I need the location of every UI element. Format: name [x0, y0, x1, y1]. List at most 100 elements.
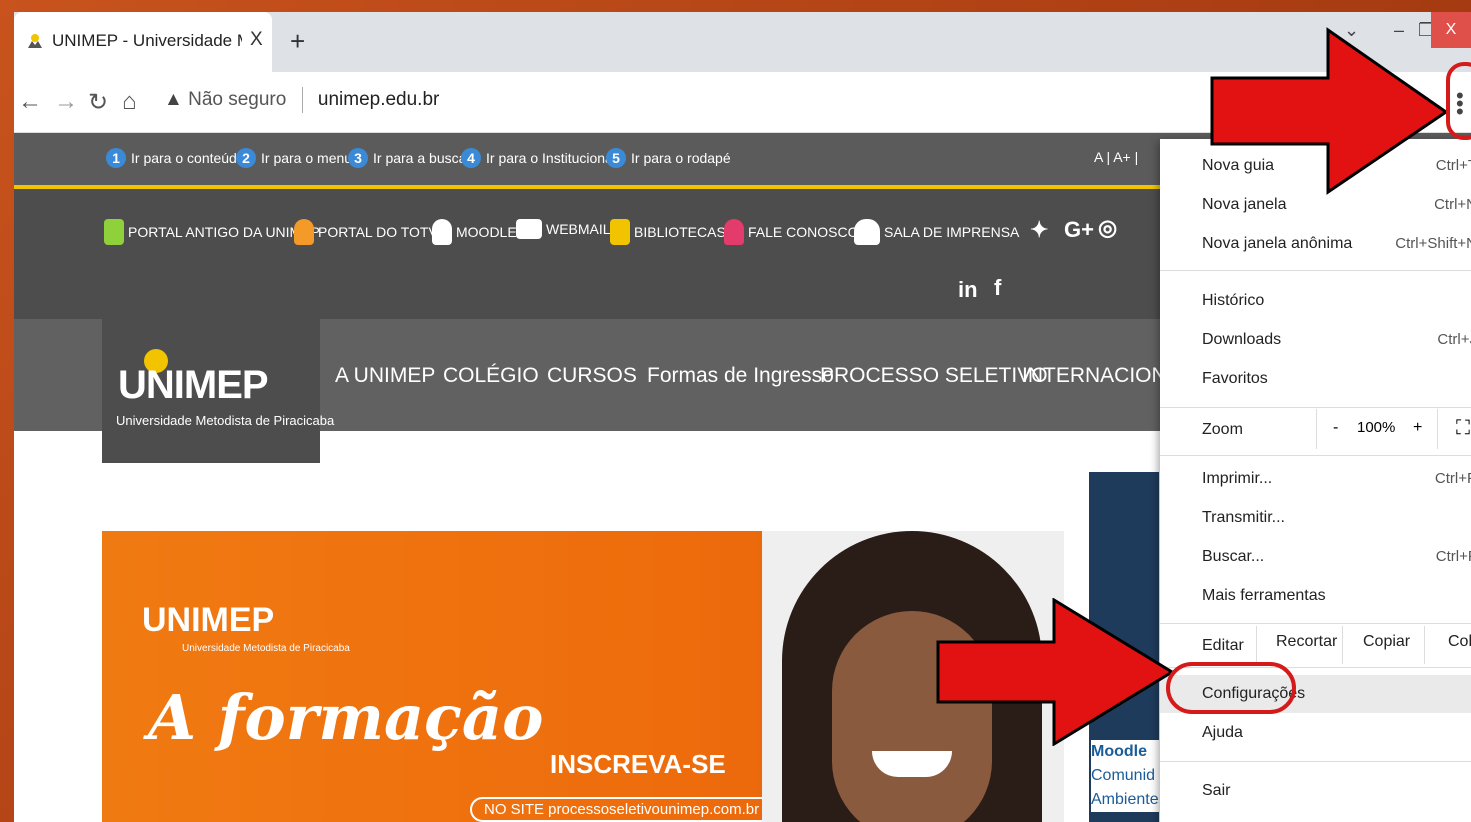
new-tab-button[interactable]: + — [290, 26, 305, 57]
menu-item-exit[interactable]: Sair — [1202, 782, 1230, 800]
skip-number: 1 — [106, 148, 126, 168]
skip-link-search[interactable]: 3 Ir para a busca — [348, 148, 466, 168]
skip-link-menu[interactable]: 2 Ir para o menu — [236, 148, 352, 168]
security-label: Não seguro — [188, 89, 287, 111]
skip-label: Ir para o menu — [261, 150, 353, 166]
portal-link-webmail[interactable]: WEBMAIL — [516, 219, 611, 239]
menu-divider — [1160, 270, 1471, 271]
nav-item-cursos[interactable]: CURSOS — [547, 364, 637, 388]
menu-item-bookmarks[interactable]: Favoritos — [1202, 370, 1268, 388]
zoom-row: Zoom - 100% + ⛶ — [1160, 409, 1471, 453]
fullscreen-icon[interactable]: ⛶ — [1456, 417, 1470, 440]
group-icon — [854, 219, 880, 245]
hero-banner[interactable]: UNIMEP Universidade Metodista de Piracic… — [102, 531, 1064, 822]
skip-link-content[interactable]: 1 Ir para o conteúdo — [106, 148, 245, 168]
browser-window: UNIMEP - Universidade Metodist X + ⌄ – ❐… — [14, 12, 1471, 822]
user-icon — [294, 219, 314, 245]
menu-item-print[interactable]: Imprimir... — [1202, 470, 1272, 488]
menu-divider — [1160, 407, 1471, 408]
portal-link-label: BIBLIOTECAS — [634, 224, 726, 240]
unimep-favicon-icon — [28, 34, 42, 48]
zoom-label: Zoom — [1202, 421, 1243, 438]
nav-item-colegio[interactable]: COLÉGIO — [443, 364, 539, 388]
browser-tab[interactable]: UNIMEP - Universidade Metodist X — [14, 12, 272, 72]
menu-item-new-window[interactable]: Nova janela — [1202, 196, 1287, 214]
book-icon — [610, 219, 630, 245]
skip-number: 2 — [236, 148, 256, 168]
portal-link-label: PORTAL DO TOTVS — [318, 224, 448, 240]
back-icon[interactable]: ← — [18, 88, 42, 116]
paste-button[interactable]: Colar — [1448, 633, 1471, 651]
chrome-main-menu: Nova guia Ctrl+T Nova janela Ctrl+N Nova… — [1160, 139, 1471, 822]
banner-logo-subtitle: Universidade Metodista de Piracicaba — [182, 643, 350, 654]
shortcut-incognito: Ctrl+Shift+N — [1395, 235, 1471, 252]
annotation-arrow-top — [1210, 27, 1449, 195]
shortcut-new-window: Ctrl+N — [1434, 196, 1471, 213]
menu-item-more-tools[interactable]: Mais ferramentas — [1202, 587, 1326, 605]
banner-cta: INSCREVA-SE — [550, 749, 726, 779]
skip-number: 4 — [461, 148, 481, 168]
facebook-icon[interactable]: f — [994, 275, 1001, 301]
copy-button[interactable]: Copiar — [1363, 633, 1410, 651]
menu-divider — [1160, 455, 1471, 456]
person-icon — [432, 219, 452, 245]
menu-item-history[interactable]: Histórico — [1202, 292, 1264, 310]
edit-separator — [1256, 626, 1257, 664]
portal-link-label: WEBMAIL — [546, 221, 611, 237]
tab-title: UNIMEP - Universidade Metodist — [52, 31, 242, 50]
headset-icon — [724, 219, 744, 245]
shortcut-find: Ctrl+F — [1435, 548, 1471, 565]
zoom-out-button[interactable]: - — [1333, 419, 1338, 437]
logo-subtitle: Universidade Metodista de Piracicaba — [116, 413, 335, 428]
nav-item-processo-seletivo[interactable]: PROCESSO SELETIVO — [820, 364, 1048, 388]
portal-link-totvs[interactable]: PORTAL DO TOTVS — [294, 219, 447, 245]
annotation-ring-settings — [1166, 662, 1296, 714]
menu-divider — [1160, 623, 1471, 624]
tab-close-icon[interactable]: X — [250, 29, 263, 51]
shortcut-downloads: Ctrl+J — [1437, 331, 1471, 348]
banner-site-url: NO SITE processoseletivounimep.com.br — [470, 797, 774, 822]
skip-label: Ir para o Institucional — [486, 150, 616, 166]
annotation-arrow-bottom — [936, 598, 1175, 746]
google-plus-icon[interactable]: G+ — [1064, 217, 1094, 243]
portal-link-moodle[interactable]: MOODLE — [432, 219, 517, 245]
skip-label: Ir para o conteúdo — [131, 150, 245, 166]
menu-item-help[interactable]: Ajuda — [1202, 724, 1243, 742]
portal-link-old-portal[interactable]: PORTAL ANTIGO DA UNIMEP — [104, 219, 320, 245]
annotation-ring-menu-button — [1446, 62, 1471, 140]
reload-icon[interactable]: ↻ — [88, 88, 108, 117]
nav-item-unimep[interactable]: A UNIMEP — [335, 364, 435, 388]
portal-link-libraries[interactable]: BIBLIOTECAS — [610, 219, 726, 245]
skip-link-footer[interactable]: 5 Ir para o rodapé — [606, 148, 731, 168]
warning-icon: ▲ — [164, 89, 183, 111]
font-size-controls[interactable]: A | A+ | — [1094, 149, 1138, 165]
cut-button[interactable]: Recortar — [1276, 633, 1337, 651]
address-bar[interactable]: ▲ Não seguro unimep.edu.br — [164, 87, 439, 113]
menu-item-cast[interactable]: Transmitir... — [1202, 509, 1285, 527]
banner-logo: UNIMEP — [142, 601, 275, 639]
home-icon[interactable]: ⌂ — [122, 88, 137, 116]
portal-link-label: FALE CONOSCO — [748, 224, 859, 240]
menu-item-find[interactable]: Buscar... — [1202, 548, 1264, 566]
portal-link-label: PORTAL ANTIGO DA UNIMEP — [128, 224, 320, 240]
edit-label: Editar — [1202, 637, 1244, 654]
menu-item-incognito[interactable]: Nova janela anônima — [1202, 235, 1352, 253]
zoom-in-button[interactable]: + — [1413, 419, 1422, 437]
unimep-logo[interactable]: UNIMEP Universidade Metodista de Piracic… — [102, 319, 334, 463]
portal-link-contact[interactable]: FALE CONOSCO — [724, 219, 858, 245]
zoom-value: 100% — [1357, 419, 1396, 436]
forward-icon[interactable]: → — [54, 88, 78, 116]
menu-item-downloads[interactable]: Downloads — [1202, 331, 1281, 349]
skip-link-institutional[interactable]: 4 Ir para o Institucional — [461, 148, 616, 168]
banner-headline: A formação — [148, 681, 544, 754]
linkedin-icon[interactable]: in — [958, 277, 978, 303]
portal-link-press[interactable]: SALA DE IMPRENSA — [854, 219, 1019, 245]
zoom-controls: - 100% + — [1316, 409, 1438, 449]
twitter-icon[interactable]: ✦ — [1030, 217, 1048, 243]
nav-item-formas-ingresso[interactable]: Formas de Ingresso — [647, 364, 834, 388]
shortcut-print: Ctrl+P — [1434, 470, 1471, 487]
skip-number: 5 — [606, 148, 626, 168]
mail-icon — [516, 219, 542, 239]
instagram-icon[interactable]: ◎ — [1098, 215, 1117, 241]
lock-icon — [104, 219, 124, 245]
